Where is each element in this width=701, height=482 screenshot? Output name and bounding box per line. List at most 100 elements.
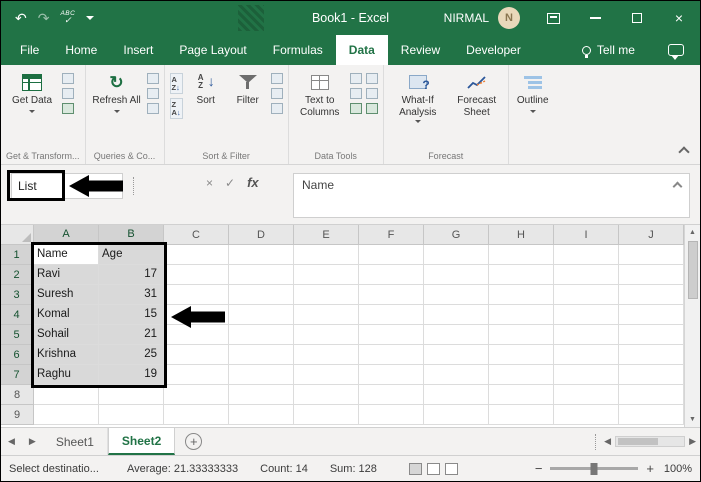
tab-developer[interactable]: Developer (453, 35, 534, 65)
cell-E4[interactable] (294, 305, 359, 325)
reapply-icon[interactable] (270, 88, 283, 99)
cell-J6[interactable] (619, 345, 684, 365)
cell-H4[interactable] (489, 305, 554, 325)
insert-function-icon[interactable]: fx (247, 175, 259, 190)
select-all-button[interactable] (1, 225, 34, 245)
forecast-sheet-button[interactable]: Forecast Sheet (451, 70, 503, 118)
hscroll-left-icon[interactable]: ◀ (604, 436, 611, 447)
tell-me[interactable]: Tell me (581, 35, 635, 65)
tab-insert[interactable]: Insert (110, 35, 166, 65)
cell-D8[interactable] (229, 385, 294, 405)
data-validation-icon[interactable] (349, 88, 362, 99)
sheet-tab-sheet2[interactable]: Sheet2 (107, 428, 176, 455)
tab-data[interactable]: Data (335, 35, 388, 65)
cell-H9[interactable] (489, 405, 554, 425)
tab-review[interactable]: Review (388, 35, 453, 65)
cell-G1[interactable] (424, 245, 489, 265)
cancel-icon[interactable]: × (206, 176, 213, 190)
cell-C4[interactable] (164, 305, 229, 325)
existing-connections-icon[interactable] (62, 103, 74, 114)
cell-J9[interactable] (619, 405, 684, 425)
user-name[interactable]: NIRMAL (444, 11, 489, 25)
cell-D7[interactable] (229, 365, 294, 385)
zoom-out-button[interactable]: − (535, 461, 543, 476)
cell-C8[interactable] (164, 385, 229, 405)
tab-splitter-icon[interactable] (595, 433, 597, 450)
cell-F6[interactable] (359, 345, 424, 365)
zoom-slider[interactable] (550, 462, 639, 475)
cell-G2[interactable] (424, 265, 489, 285)
row-header-9[interactable]: 9 (1, 405, 34, 425)
cell-H6[interactable] (489, 345, 554, 365)
cell-D4[interactable] (229, 305, 294, 325)
cell-J5[interactable] (619, 325, 684, 345)
refresh-all-button[interactable]: ↻ Refresh All (91, 70, 143, 113)
cell-G9[interactable] (424, 405, 489, 425)
cell-I8[interactable] (554, 385, 619, 405)
text-to-columns-button[interactable]: Text to Columns (294, 70, 346, 118)
minimize-button[interactable] (574, 1, 616, 35)
column-header-j[interactable]: J (619, 225, 684, 245)
cell-D6[interactable] (229, 345, 294, 365)
cell-D5[interactable] (229, 325, 294, 345)
cell-G4[interactable] (424, 305, 489, 325)
cell-I4[interactable] (554, 305, 619, 325)
column-header-h[interactable]: H (489, 225, 554, 245)
status-count[interactable]: Count: 14 (260, 463, 308, 475)
column-header-g[interactable]: G (424, 225, 489, 245)
sort-descending-icon[interactable]: Z A↓ (169, 98, 183, 119)
row-header-5[interactable]: 5 (1, 325, 34, 345)
from-source-icon[interactable] (62, 73, 74, 84)
cell-E1[interactable] (294, 245, 359, 265)
cell-G5[interactable] (424, 325, 489, 345)
cell-A8[interactable] (34, 385, 99, 405)
cell-I2[interactable] (554, 265, 619, 285)
tab-file[interactable]: File (7, 35, 52, 65)
vertical-scroll-thumb[interactable] (687, 241, 698, 299)
sheet-nav-left-icon[interactable]: ◀ (1, 428, 22, 455)
cell-B3[interactable]: 31 (99, 285, 164, 305)
page-break-view-icon[interactable] (444, 462, 458, 475)
horizontal-scroll-track[interactable] (615, 436, 686, 447)
cell-C2[interactable] (164, 265, 229, 285)
cell-B2[interactable]: 17 (99, 265, 164, 285)
hscroll-right-icon[interactable]: ▶ (689, 436, 696, 447)
cell-D1[interactable] (229, 245, 294, 265)
cell-E7[interactable] (294, 365, 359, 385)
cell-A6[interactable]: Krishna (34, 345, 99, 365)
close-button[interactable]: × (658, 1, 700, 35)
cell-I9[interactable] (554, 405, 619, 425)
cell-A3[interactable]: Suresh (34, 285, 99, 305)
tab-page-layout[interactable]: Page Layout (166, 35, 259, 65)
status-average[interactable]: Average: 21.33333333 (127, 463, 238, 475)
what-if-analysis-button[interactable]: What-If Analysis (389, 70, 447, 123)
cell-F1[interactable] (359, 245, 424, 265)
row-header-4[interactable]: 4 (1, 305, 34, 325)
row-header-7[interactable]: 7 (1, 365, 34, 385)
cell-C5[interactable] (164, 325, 229, 345)
cell-E9[interactable] (294, 405, 359, 425)
cell-D2[interactable] (229, 265, 294, 285)
collapse-ribbon-icon[interactable] (678, 146, 690, 158)
cell-J1[interactable] (619, 245, 684, 265)
cell-F8[interactable] (359, 385, 424, 405)
tab-formulas[interactable]: Formulas (260, 35, 336, 65)
cell-I7[interactable] (554, 365, 619, 385)
cell-H5[interactable] (489, 325, 554, 345)
undo-icon[interactable]: ↶ (15, 10, 27, 27)
get-data-button[interactable]: Get Data (6, 70, 58, 113)
properties-icon[interactable] (146, 88, 159, 99)
column-header-c[interactable]: C (164, 225, 229, 245)
horizontal-scroll-thumb[interactable] (618, 438, 659, 445)
ribbon-display-options-button[interactable] (532, 1, 574, 35)
cell-J7[interactable] (619, 365, 684, 385)
cell-A2[interactable]: Ravi (34, 265, 99, 285)
cell-E5[interactable] (294, 325, 359, 345)
relationships-icon[interactable] (349, 103, 362, 114)
comment-icon[interactable] (668, 44, 684, 60)
maximize-button[interactable] (616, 1, 658, 35)
cell-J4[interactable] (619, 305, 684, 325)
cell-B9[interactable] (99, 405, 164, 425)
cell-J8[interactable] (619, 385, 684, 405)
column-header-a[interactable]: A (34, 225, 99, 245)
